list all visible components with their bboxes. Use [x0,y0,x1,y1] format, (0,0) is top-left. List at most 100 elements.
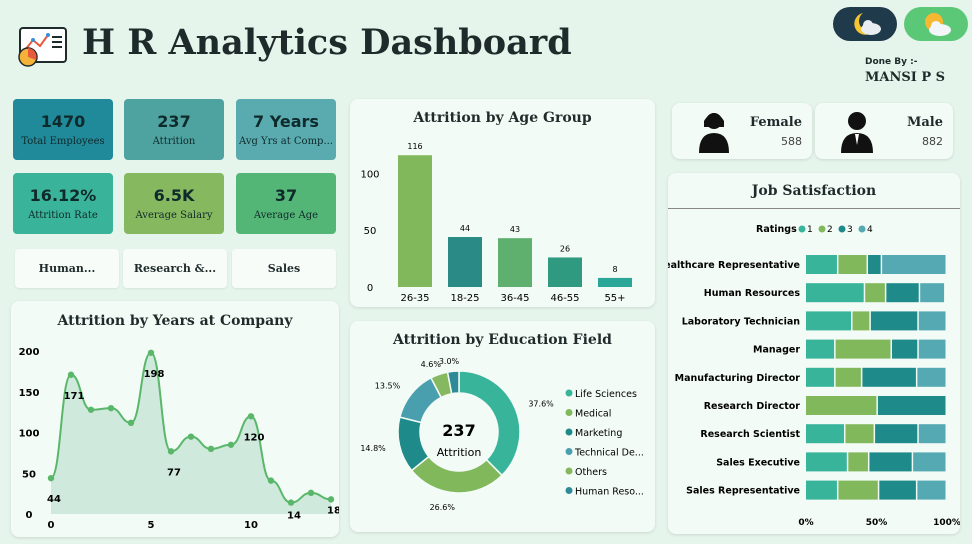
kpi-total-employees: 1470 Total Employees [13,99,113,160]
x-tick-label: 36-45 [500,293,529,304]
donut-center-value: 237 [442,421,475,440]
stacked-segment [835,339,891,359]
stacked-segment [806,367,835,387]
data-point [107,404,115,412]
education-donut-chart: 37.6%26.6%14.8%13.5%4.6%3.0%237Attrition… [360,357,644,512]
data-label: 44 [460,224,470,233]
kpi-label: Avg Yrs at Comp... [239,136,333,147]
chart-title: Attrition by Education Field [393,332,612,348]
stacked-segment [918,311,946,331]
female-person-icon [699,113,729,153]
donut-slice [410,455,504,494]
kpi-label: Attrition Rate [28,210,98,221]
stacked-segment [838,255,867,274]
stacked-segment [886,283,919,303]
dark-mode-button[interactable] [833,7,897,41]
stacked-segment [917,480,946,500]
kpi-label: Average Age [253,210,319,221]
legend-swatch [565,487,573,494]
stacked-segment [868,255,881,274]
bar [498,238,532,287]
author-name: MANSI P S [865,70,946,85]
stacked-segment [879,480,916,500]
chart-title: Attrition by Years at Company [57,313,293,329]
done-by-label: Done By :- [865,57,918,67]
area-fill [51,352,331,514]
category-label: Sales Representative [686,486,800,497]
kpi-label: Total Employees [21,136,105,147]
title-divider [668,208,960,209]
stacked-segment [862,367,916,387]
legend-swatch [858,225,866,233]
data-point [247,413,255,420]
data-point [47,474,55,482]
x-tick-label: 0% [798,518,813,528]
kpi-average-salary: 6.5K Average Salary [124,173,224,234]
legend-label: 3 [847,225,853,235]
dept-filter-research[interactable]: Research &... [123,249,227,288]
data-label: 120 [244,432,265,443]
stacked-segment [845,424,874,444]
y-tick-label: 100 [360,169,379,180]
data-label: 43 [510,225,520,234]
data-label: 116 [407,142,422,151]
category-label: Research Director [704,401,801,412]
y-tick-label: 0 [367,283,373,294]
x-tick-label: 55+ [604,293,625,304]
stacked-segment [806,311,852,331]
female-count: 588 [781,135,802,148]
age-group-card: Attrition by Age Group 0 50 100 116 26-35 44 1… [350,99,655,307]
stacked-segment [806,396,877,415]
x-tick-label: 50% [866,518,888,528]
stacked-segment [806,339,835,359]
years-at-company-card: Attrition by Years at Company 0 50 100 150 2… [11,301,339,537]
data-label: 14 [287,511,301,522]
legend-label: Technical De... [574,448,644,459]
y-tick-label: 0 [26,510,33,521]
kpi-attrition: 237 Attrition [124,99,224,160]
data-point [227,441,235,448]
y-tick-label: 200 [19,347,40,358]
light-mode-button[interactable] [904,7,968,41]
page-title: H R Analytics Dashboard [82,22,572,63]
slice-value-label: 14.8% [360,444,386,453]
data-point [167,448,175,455]
x-tick-label: 26-35 [400,293,429,304]
legend-label: Others [575,467,607,478]
legend-swatch [565,467,573,475]
legend-title: Ratings [756,224,797,235]
stacked-segment [806,424,844,444]
data-point [127,419,135,426]
legend-label: Life Sciences [575,389,637,400]
x-tick-label: 100% [933,518,960,528]
legend-label: Medical [575,409,611,420]
dept-filter-human-resources[interactable]: Human... [15,249,119,288]
stacked-segment [848,452,868,472]
legend-swatch [565,409,573,416]
data-label: 198 [144,369,165,380]
category-label: Manufacturing Director [675,373,801,384]
bar [448,237,482,287]
chart-title: Attrition by Age Group [413,110,592,126]
chart-title: Job Satisfaction [751,183,877,199]
job-satisfaction-card: Job Satisfaction Ratings 1 2 3 4 Healthcare R… [668,173,960,534]
y-tick-label: 50 [364,226,377,237]
stacked-segment [806,480,837,500]
kpi-label: Attrition [152,136,196,147]
y-tick-label: 100 [19,429,40,440]
stacked-segment [918,424,946,444]
x-tick-label: 18-25 [450,293,479,304]
male-card: Male 882 [815,103,953,159]
category-label: Laboratory Technician [682,316,801,327]
data-point [327,496,335,503]
stacked-segment [877,396,946,415]
donut-center-label: Attrition [437,446,482,459]
kpi-average-age: 37 Average Age [236,173,336,234]
dept-filter-sales[interactable]: Sales [232,249,336,288]
data-point [187,433,195,440]
kpi-value: 6.5K [153,186,195,205]
x-tick-label: 0 [48,520,55,531]
data-point [147,349,155,356]
female-label: Female [749,115,802,130]
y-tick-label: 50 [22,469,36,480]
